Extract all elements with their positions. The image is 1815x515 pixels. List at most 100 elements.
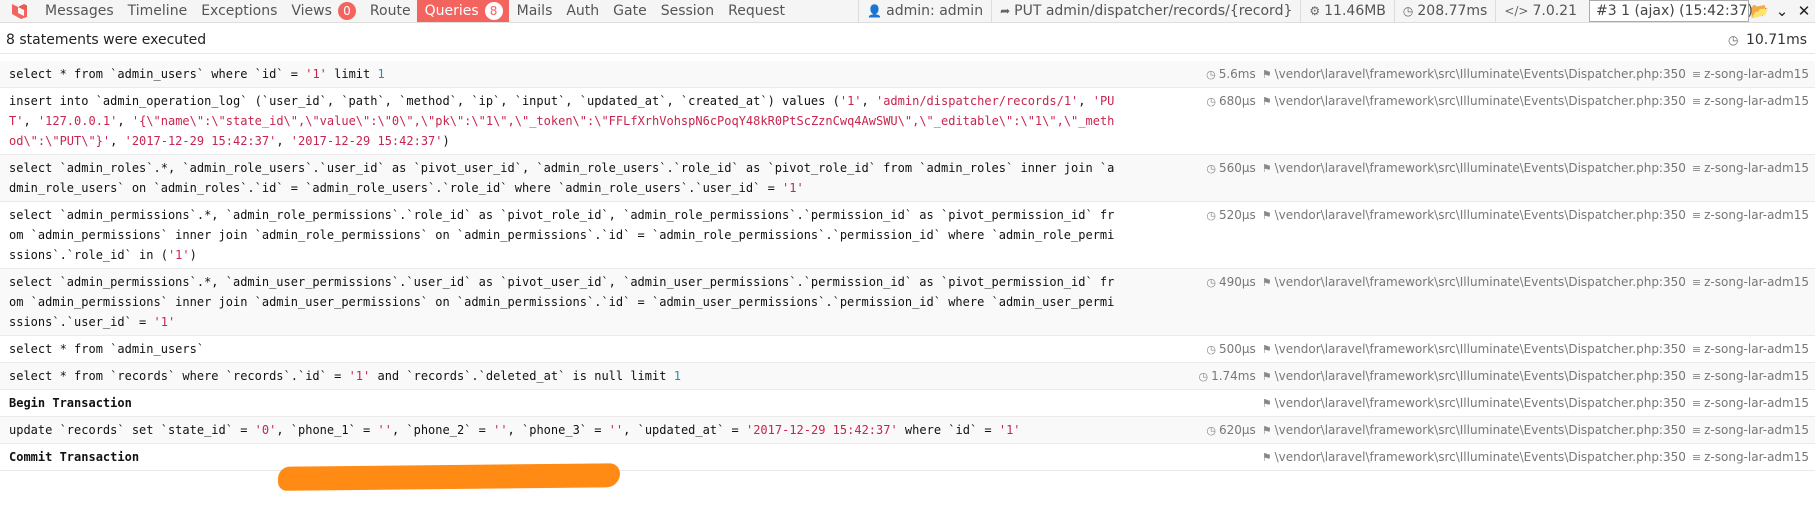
statement-meta: ◷ 620μs ⚑ \vendor\laravel\framework\src\Ill… <box>1200 420 1809 440</box>
request-select-value: #3 1 (ajax) (15:42:37) <box>1596 3 1753 19</box>
user-icon: 👤 <box>867 4 883 18</box>
database-icon: ≡ <box>1691 275 1702 289</box>
memory-indicator[interactable]: ⚙ 11.46MB <box>1300 0 1394 22</box>
route-indicator[interactable]: ➦ PUT admin/dispatcher/records/{record} <box>991 0 1300 22</box>
tab-queries[interactable]: Queries 8 <box>416 0 509 22</box>
time-text: 208.77ms <box>1417 3 1488 19</box>
statement-row[interactable]: select `admin_roles`.*, `admin_role_user… <box>0 155 1815 202</box>
statement-duration: 490μs <box>1218 275 1256 289</box>
statement-source: \vendor\laravel\framework\src\Illuminate… <box>1274 423 1686 437</box>
version-indicator[interactable]: </> 7.0.21 <box>1495 0 1585 22</box>
statement-row[interactable]: select `admin_permissions`.*, `admin_rol… <box>0 202 1815 269</box>
tab-messages[interactable]: Messages <box>37 0 120 22</box>
statement-duration: 520μs <box>1218 208 1256 222</box>
statement-duration: 560μs <box>1218 161 1256 175</box>
tab-label: Exceptions <box>201 3 278 19</box>
statement-source: \vendor\laravel\framework\src\Illuminate… <box>1274 208 1686 222</box>
tab-label: Gate <box>613 3 647 19</box>
statements-count: 8 statements were executed <box>6 31 207 48</box>
statement-meta: ◷ 1.74ms ⚑ \vendor\laravel\framework\src\Il… <box>1192 366 1809 386</box>
statement-source: \vendor\laravel\framework\src\Illuminate… <box>1274 161 1686 175</box>
statement-duration: 500μs <box>1218 342 1256 356</box>
statement-connection: z-song-lar-adm15 <box>1704 275 1809 289</box>
tab-label: Auth <box>566 3 600 19</box>
share-icon: ➦ <box>1000 4 1011 18</box>
statement-row[interactable]: select `admin_permissions`.*, `admin_use… <box>0 269 1815 336</box>
tab-timeline[interactable]: Timeline <box>120 0 194 22</box>
database-icon: ≡ <box>1691 94 1702 108</box>
total-duration: ◷ 10.71ms <box>1728 32 1807 48</box>
thumb-tack-icon: ⚑ <box>1261 396 1272 410</box>
tab-views[interactable]: Views 0 <box>283 0 362 22</box>
statements-list: select * from `admin_users` where `id` =… <box>0 61 1815 471</box>
statement-connection: z-song-lar-adm15 <box>1704 450 1809 464</box>
statement-duration: 5.6ms <box>1218 67 1256 81</box>
memory-text: 11.46MB <box>1324 3 1386 19</box>
statement-connection: z-song-lar-adm15 <box>1704 396 1809 410</box>
statement-meta: ◷ 500μs ⚑ \vendor\laravel\framework\src\Ill… <box>1200 339 1809 359</box>
statement-sql: select * from `admin_users` <box>9 342 205 356</box>
statement-source: \vendor\laravel\framework\src\Illuminate… <box>1274 369 1686 383</box>
queries-status-row: 8 statements were executed ◷ 10.71ms <box>0 26 1815 54</box>
statement-source: \vendor\laravel\framework\src\Illuminate… <box>1274 396 1686 410</box>
statement-source: \vendor\laravel\framework\src\Illuminate… <box>1274 342 1686 356</box>
code-icon: </> <box>1504 4 1529 18</box>
statement-sql: select * from `admin_users` where `id` =… <box>9 67 385 81</box>
tab-mails[interactable]: Mails <box>509 0 559 22</box>
clock-icon: ◷ <box>1206 67 1216 81</box>
time-indicator[interactable]: ◷ 208.77ms <box>1393 0 1495 22</box>
statement-row[interactable]: Begin Transaction ⚑ \vendor\laravel\framew… <box>0 390 1815 417</box>
tab-count-badge: 0 <box>337 2 356 20</box>
tab-label: Messages <box>45 3 114 19</box>
statement-row[interactable]: Commit Transaction ⚑ \vendor\laravel\frame… <box>0 444 1815 471</box>
database-icon: ≡ <box>1691 342 1702 356</box>
statement-meta: ⚑ \vendor\laravel\framework\src\Illuminat… <box>1256 393 1809 413</box>
tab-route[interactable]: Route <box>362 0 417 22</box>
tab-session[interactable]: Session <box>653 0 720 22</box>
auth-indicator[interactable]: 👤 admin: admin <box>858 0 991 22</box>
statement-sql: select `admin_roles`.*, `admin_role_user… <box>9 161 1115 195</box>
tab-auth[interactable]: Auth <box>558 0 605 22</box>
clock-icon: ◷ <box>1206 208 1216 222</box>
statement-meta: ◷ 560μs ⚑ \vendor\laravel\framework\src\Ill… <box>1200 158 1809 178</box>
tab-label: Mails <box>516 3 553 19</box>
tab-gate[interactable]: Gate <box>605 0 653 22</box>
tab-strip: Messages Timeline Exceptions Views 0 Route Que… <box>37 0 791 22</box>
statement-connection: z-song-lar-adm15 <box>1704 67 1809 81</box>
clock-icon: ◷ <box>1206 342 1216 356</box>
statement-duration: 620μs <box>1218 423 1256 437</box>
statement-connection: z-song-lar-adm15 <box>1704 94 1809 108</box>
cogs-icon: ⚙ <box>1309 4 1321 18</box>
auth-user: admin: admin <box>886 3 984 19</box>
route-text: PUT admin/dispatcher/records/{record} <box>1014 3 1293 19</box>
database-icon: ≡ <box>1691 67 1702 81</box>
tab-request[interactable]: Request <box>720 0 791 22</box>
statement-sql: select `admin_permissions`.*, `admin_rol… <box>9 208 1115 262</box>
statement-row[interactable]: select * from `admin_users` where `id` =… <box>0 61 1815 88</box>
statement-connection: z-song-lar-adm15 <box>1704 161 1809 175</box>
laravel-logo-icon[interactable] <box>0 0 37 22</box>
tab-label: Queries <box>424 3 479 19</box>
clock-icon: ◷ <box>1206 423 1216 437</box>
statement-row[interactable]: select * from `admin_users` ◷ 500μs ⚑ \vendo… <box>0 336 1815 363</box>
database-icon: ≡ <box>1691 423 1702 437</box>
statement-duration: 680μs <box>1218 94 1256 108</box>
statement-sql: update `records` set `state_id` = '0', `… <box>9 423 1021 437</box>
statement-meta: ◷ 490μs ⚑ \vendor\laravel\framework\src\Ill… <box>1200 272 1809 292</box>
clock-icon: ◷ <box>1206 94 1216 108</box>
database-icon: ≡ <box>1691 161 1702 175</box>
minimize-chevron-icon[interactable]: ⌄ <box>1771 0 1793 22</box>
tab-count-badge: 8 <box>484 2 503 20</box>
folder-open-icon[interactable]: 📂 <box>1749 0 1771 22</box>
request-select[interactable]: #3 1 (ajax) (15:42:37) ▼ <box>1589 0 1766 22</box>
close-icon[interactable]: ✕ <box>1793 0 1815 22</box>
clock-icon: ◷ <box>1206 161 1216 175</box>
version-text: 7.0.21 <box>1532 3 1577 19</box>
thumb-tack-icon: ⚑ <box>1261 94 1272 108</box>
tab-exceptions[interactable]: Exceptions <box>193 0 283 22</box>
statement-row[interactable]: update `records` set `state_id` = '0', `… <box>0 417 1815 444</box>
statement-row[interactable]: select * from `records` where `records`.… <box>0 363 1815 390</box>
statement-source: \vendor\laravel\framework\src\Illuminate… <box>1274 275 1686 289</box>
statement-row[interactable]: insert into `admin_operation_log` (`user… <box>0 88 1815 155</box>
clock-icon: ◷ <box>1206 275 1216 289</box>
